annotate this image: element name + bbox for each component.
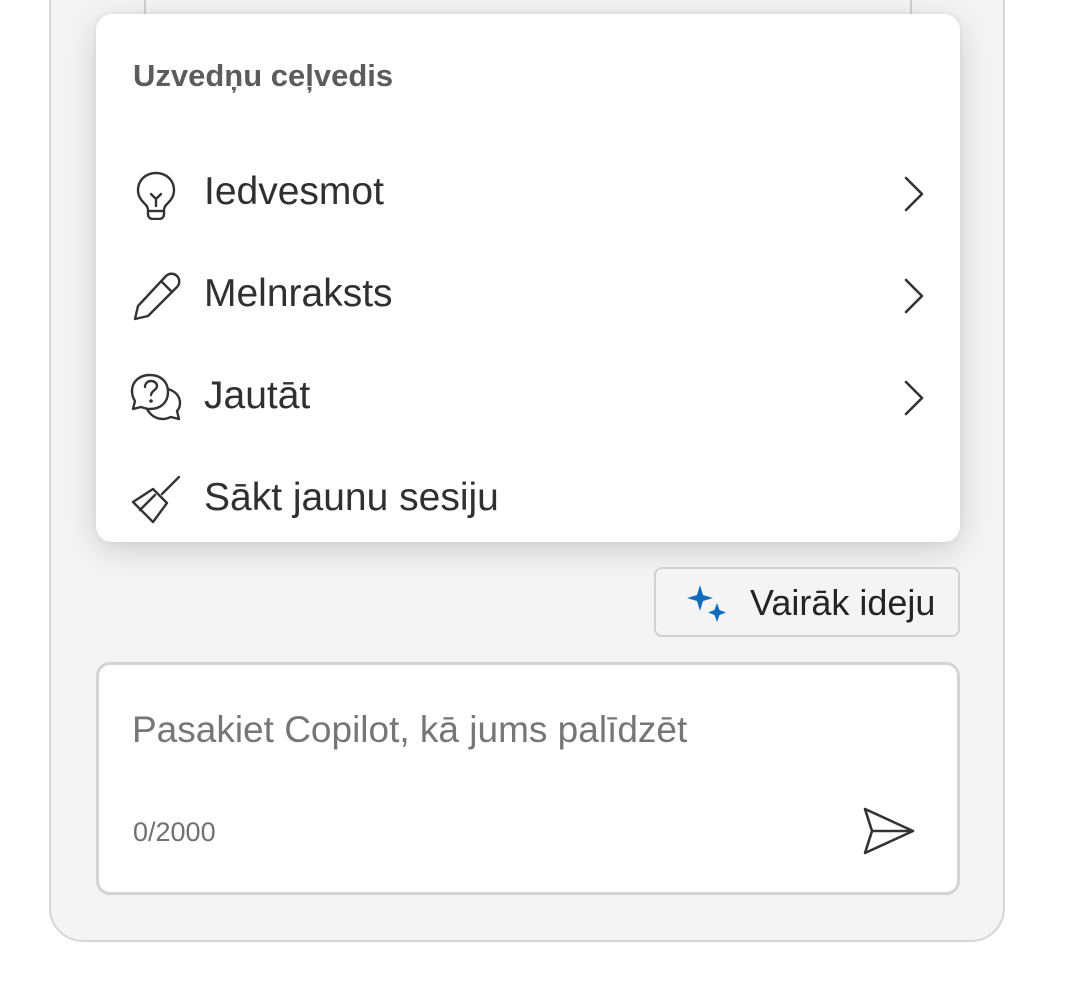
character-counter: 0/2000 <box>133 817 216 847</box>
broom-icon <box>131 475 181 524</box>
menu-item-label: Sākt jaunu sesiju <box>204 476 499 519</box>
menu-item-label: Melnraksts <box>204 272 393 315</box>
more-ideas-label: Vairāk ideju <box>750 582 936 623</box>
menu-item-ask[interactable]: Jautāt <box>96 352 960 442</box>
menu-item-inspire[interactable]: Iedvesmot <box>96 148 960 238</box>
chevron-right-icon <box>904 278 924 314</box>
menu-item-label: Jautāt <box>204 374 311 417</box>
pencil-icon <box>133 272 181 321</box>
prompt-input[interactable] <box>132 709 892 765</box>
more-ideas-button[interactable]: Vairāk ideju <box>654 567 960 637</box>
chat-composer: 0/2000 <box>96 662 960 895</box>
chevron-right-icon <box>904 380 924 416</box>
menu-title: Uzvedņu ceļvedis <box>133 58 394 93</box>
sparkle-icon <box>687 585 726 622</box>
prompt-guide-menu: Uzvedņu ceļvedis Iedvesmot Melnraksts Ja… <box>96 14 960 542</box>
send-icon[interactable] <box>859 801 919 861</box>
menu-item-draft[interactable]: Melnraksts <box>96 250 960 340</box>
chat-question-icon <box>130 373 182 421</box>
menu-item-label: Iedvesmot <box>204 170 384 213</box>
menu-item-new-session[interactable]: Sākt jaunu sesiju <box>96 454 960 544</box>
lightbulb-icon <box>136 171 176 220</box>
chevron-right-icon <box>904 176 924 212</box>
